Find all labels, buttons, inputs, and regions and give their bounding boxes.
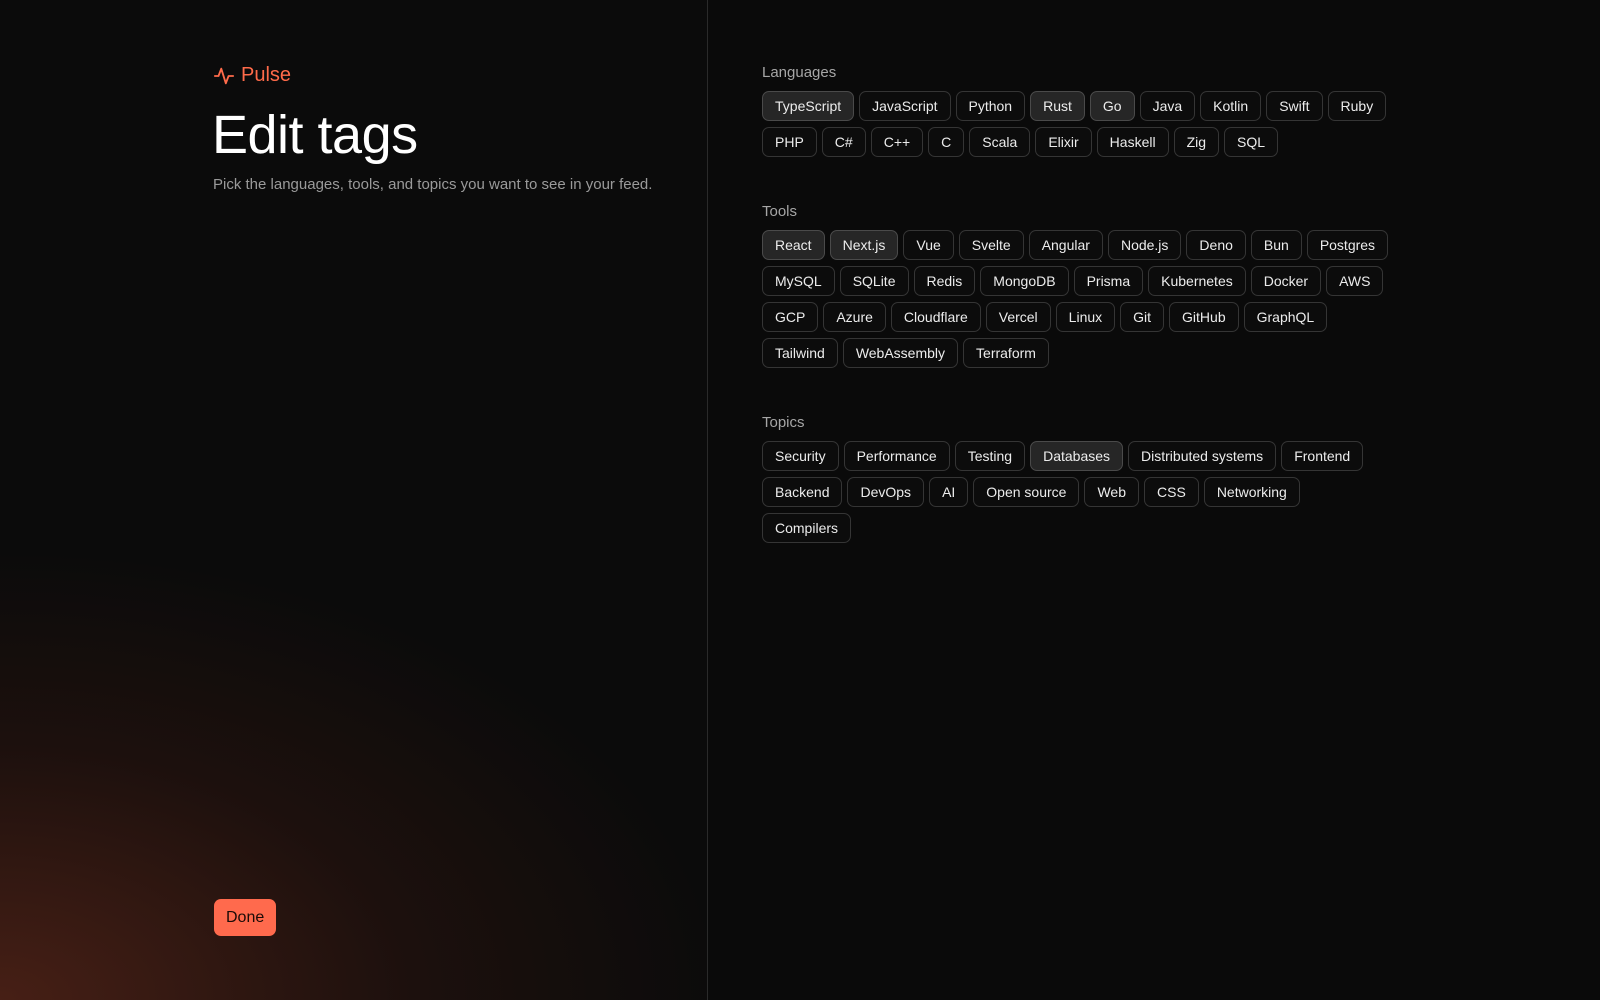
tag-chip-backend[interactable]: Backend [762, 477, 843, 507]
tag-chip-kubernetes[interactable]: Kubernetes [1148, 266, 1246, 296]
tag-sections: Languages TypeScript JavaScript Python Rust… [762, 64, 1562, 589]
tag-chip-webassembly[interactable]: WebAssembly [842, 338, 959, 368]
tag-chip-typescript[interactable]: TypeScript [762, 91, 855, 121]
section-title-languages: Languages [762, 64, 837, 81]
left-panel: Pulse Edit tags Pick the languages, tool… [0, 0, 708, 1000]
section-title-topics: Topics [762, 414, 805, 431]
chip-list-tools: React Next.js Vue Svelte Angular Node.js Deno B… [762, 230, 1392, 368]
tag-chip-git[interactable]: Git [1120, 302, 1165, 332]
tag-chip-deno[interactable]: Deno [1186, 230, 1246, 260]
tag-chip-networking[interactable]: Networking [1203, 477, 1300, 507]
tag-chip-java[interactable]: Java [1139, 91, 1196, 121]
tag-chip-databases[interactable]: Databases [1030, 441, 1124, 471]
tag-chip-swift[interactable]: Swift [1266, 91, 1323, 121]
tag-chip-github[interactable]: GitHub [1169, 302, 1239, 332]
done-button[interactable]: Done [214, 899, 277, 936]
tag-chip-docker[interactable]: Docker [1250, 266, 1322, 296]
tag-chip-graphql[interactable]: GraphQL [1243, 302, 1328, 332]
tag-chip-sqlite[interactable]: SQLite [839, 266, 909, 296]
section-topics: Topics Security Performance Testing Databas… [762, 414, 1562, 543]
brand-name: Pulse [241, 64, 292, 86]
tag-chip-kotlin[interactable]: Kotlin [1200, 91, 1262, 121]
tag-chip-devops[interactable]: DevOps [847, 477, 925, 507]
tag-chip-node-js[interactable]: Node.js [1107, 230, 1182, 260]
tag-chip-mysql[interactable]: MySQL [762, 266, 835, 296]
tag-chip-linux[interactable]: Linux [1055, 302, 1116, 332]
brand: Pulse [213, 64, 291, 87]
tag-chip-elixir[interactable]: Elixir [1035, 127, 1092, 157]
tag-chip-angular[interactable]: Angular [1028, 230, 1103, 260]
tag-chip-vercel[interactable]: Vercel [985, 302, 1051, 332]
tag-chip-go[interactable]: Go [1089, 91, 1135, 121]
section-languages: Languages TypeScript JavaScript Python Rust… [762, 64, 1562, 157]
tag-chip-gcp[interactable]: GCP [762, 302, 819, 332]
tag-chip-css[interactable]: CSS [1144, 477, 1199, 507]
tag-chip-web[interactable]: Web [1084, 477, 1140, 507]
tag-chip-mongodb[interactable]: MongoDB [980, 266, 1069, 296]
tag-chip-ruby[interactable]: Ruby [1327, 91, 1387, 121]
tag-chip-ai[interactable]: AI [929, 477, 969, 507]
tag-chip-scala[interactable]: Scala [969, 127, 1031, 157]
tag-chip-compilers[interactable]: Compilers [762, 513, 852, 543]
tag-chip-security[interactable]: Security [762, 441, 839, 471]
tag-chip-cloudflare[interactable]: Cloudflare [890, 302, 981, 332]
tag-chip-open-source[interactable]: Open source [973, 477, 1080, 507]
tag-chip-zig[interactable]: Zig [1173, 127, 1220, 157]
tag-chip-sql[interactable]: SQL [1224, 127, 1279, 157]
section-tools: Tools React Next.js Vue Svelte Angular Node.j… [762, 203, 1562, 368]
tag-chip-testing[interactable]: Testing [954, 441, 1026, 471]
tag-chip-terraform[interactable]: Terraform [963, 338, 1049, 368]
page-subtitle: Pick the languages, tools, and topics yo… [213, 176, 653, 193]
tag-chip-next-js[interactable]: Next.js [829, 230, 899, 260]
tag-chip-javascript[interactable]: JavaScript [859, 91, 951, 121]
tag-chip-c[interactable]: C [928, 127, 965, 157]
tag-chip-svelte[interactable]: Svelte [958, 230, 1024, 260]
tag-chip-php[interactable]: PHP [762, 127, 817, 157]
tag-chip-frontend[interactable]: Frontend [1281, 441, 1364, 471]
tag-chip-redis[interactable]: Redis [913, 266, 976, 296]
tag-chip-postgres[interactable]: Postgres [1306, 230, 1389, 260]
tag-chip-react[interactable]: React [762, 230, 825, 260]
tag-chip-performance[interactable]: Performance [843, 441, 950, 471]
tag-chip-distributed-systems[interactable]: Distributed systems [1128, 441, 1277, 471]
tag-chip-aws[interactable]: AWS [1326, 266, 1384, 296]
tag-chip-tailwind[interactable]: Tailwind [762, 338, 838, 368]
page-title: Edit tags [212, 105, 418, 165]
tag-chip-bun[interactable]: Bun [1250, 230, 1302, 260]
tag-chip-csharp[interactable]: C# [821, 127, 866, 157]
tag-chip-python[interactable]: Python [955, 91, 1026, 121]
chip-list-topics: Security Performance Testing Databases Distr… [762, 441, 1392, 543]
pulse-icon [213, 67, 235, 84]
tag-chip-azure[interactable]: Azure [823, 302, 886, 332]
tag-chip-haskell[interactable]: Haskell [1096, 127, 1169, 157]
tag-chip-prisma[interactable]: Prisma [1073, 266, 1144, 296]
tag-chip-cplusplus[interactable]: C++ [870, 127, 924, 157]
tag-chip-rust[interactable]: Rust [1030, 91, 1085, 121]
chip-list-languages: TypeScript JavaScript Python Rust Go Java Kotl… [762, 91, 1392, 157]
section-title-tools: Tools [762, 203, 798, 220]
tag-chip-vue[interactable]: Vue [903, 230, 954, 260]
